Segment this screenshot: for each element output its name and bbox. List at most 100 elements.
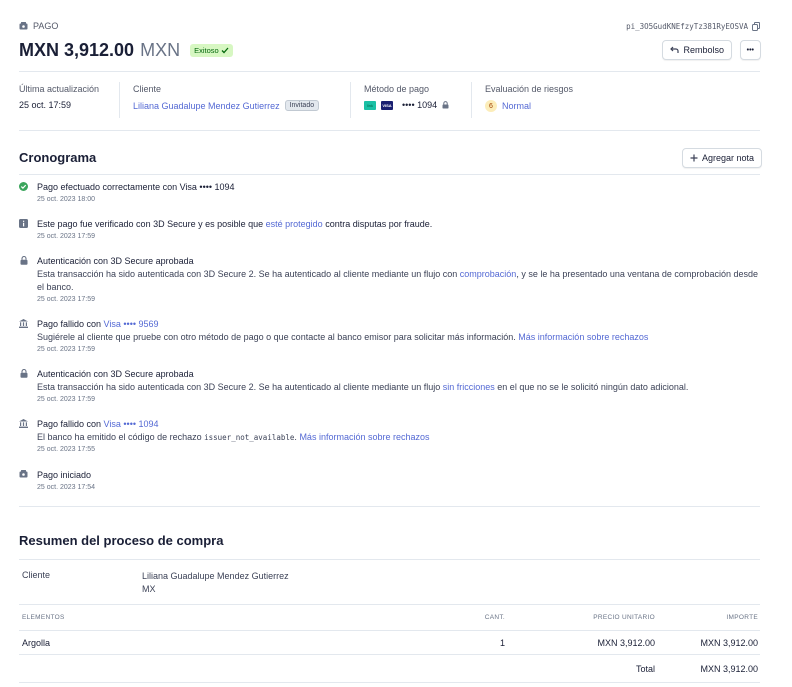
col-header-unit-price: PRECIO UNITARIO <box>593 614 655 621</box>
meta-divider-bottom <box>19 130 760 131</box>
summary-customer-label: Cliente <box>22 570 51 580</box>
text: Esta transacción ha sido autenticada con… <box>37 269 460 279</box>
meta-label: Evaluación de riesgos <box>485 84 574 94</box>
timeline-item-title: Este pago fue verificado con 3D Secure y… <box>37 218 760 231</box>
risk-level-link[interactable]: Normal <box>502 101 531 111</box>
timeline-item-time: 25 oct. 2023 18:00 <box>37 196 95 203</box>
bank-icon <box>19 419 28 428</box>
more-options-button[interactable]: ••• <box>739 40 761 60</box>
meta-payment-method: Método de pago link VISA •••• 1094 <box>364 84 449 110</box>
check-icon <box>221 47 229 54</box>
declines-info-link[interactable]: Más información sobre rechazos <box>518 332 648 342</box>
text: Sugiérele al cliente que pruebe con otro… <box>37 332 519 342</box>
timeline-item-time: 25 oct. 2023 17:59 <box>37 396 95 403</box>
timeline-title: Cronograma <box>19 150 97 165</box>
payment-currency: MXN <box>140 40 181 60</box>
lock-icon <box>442 101 449 109</box>
refund-button[interactable]: Rembolso <box>662 40 732 60</box>
timeline-item-title: Pago fallido con Visa •••• 1094 <box>37 418 760 431</box>
summary-divider <box>19 559 760 560</box>
frictionless-link[interactable]: sin fricciones <box>443 382 495 392</box>
meta-label: Método de pago <box>364 84 430 94</box>
meta-label: Última actualización <box>19 84 100 94</box>
summary-table-top <box>19 604 760 605</box>
copy-icon[interactable] <box>752 22 760 31</box>
timeline-item-time: 25 oct. 2023 17:59 <box>37 346 95 353</box>
payment-id-text[interactable]: pi_3O5GudKNEfzyTz381RyEOSVA <box>626 22 748 31</box>
timeline-divider-bottom <box>19 506 760 507</box>
add-note-button[interactable]: Agregar nota <box>681 148 762 168</box>
plus-icon <box>690 154 698 162</box>
visa-card-icon: VISA <box>381 100 393 110</box>
timeline-item: Autenticación con 3D Secure aprobada Est… <box>19 255 760 303</box>
timeline-item: Autenticación con 3D Secure aprobada Est… <box>19 368 760 403</box>
verification-link[interactable]: comprobación <box>460 269 517 279</box>
link-card-icon: link <box>364 100 376 110</box>
refund-button-label[interactable]: Rembolso <box>683 45 724 55</box>
row-item: Argolla <box>22 638 51 648</box>
declines-info-link[interactable]: Más información sobre rechazos <box>299 432 429 442</box>
text: contra disputas por fraude. <box>322 219 433 229</box>
meta-customer: Cliente Liliana Guadalupe Mendez Gutierr… <box>133 84 320 111</box>
status-badge: Exitoso <box>190 44 233 57</box>
timeline-item-title: Autenticación con 3D Secure aprobada <box>37 369 194 379</box>
meta-value: Liliana Guadalupe Mendez Gutierrez Invit… <box>133 100 320 111</box>
timeline-item: Pago efectuado correctamente con Visa ••… <box>19 181 760 203</box>
timeline-item-desc: El banco ha emitido el código de rechazo… <box>37 431 760 444</box>
section-label-text: PAGO <box>33 21 59 31</box>
summary-customer-name: Liliana Guadalupe Mendez Gutierrez <box>142 571 289 581</box>
check-circle-icon <box>19 182 28 191</box>
timeline-item-desc: Esta transacción ha sido autenticada con… <box>37 268 760 294</box>
payment-id[interactable]: pi_3O5GudKNEfzyTz381RyEOSVA <box>626 22 760 31</box>
row-unit-price: MXN 3,912.00 <box>597 638 655 648</box>
more-icon[interactable]: ••• <box>747 47 754 54</box>
info-icon <box>19 219 28 228</box>
timeline-item: Pago fallido con Visa •••• 9569 Sugiérel… <box>19 318 760 353</box>
timeline-item-title: Pago efectuado correctamente con Visa ••… <box>37 182 235 192</box>
total-value: MXN 3,912.00 <box>700 664 758 674</box>
amount-row: MXN 3,912.00 MXN Exitoso <box>19 40 233 61</box>
header-divider <box>19 71 760 72</box>
text: Este pago fue verificado con 3D Secure y… <box>37 219 266 229</box>
timeline-item-desc: Esta transacción ha sido autenticada con… <box>37 381 760 394</box>
table-bottom-divider <box>19 682 760 683</box>
timeline-item-time: 25 oct. 2023 17:54 <box>37 484 95 491</box>
text: Esta transacción ha sido autenticada con… <box>37 382 443 392</box>
refund-arrow-icon <box>670 46 680 53</box>
guest-tag: Invitado <box>284 100 320 111</box>
lock-icon <box>20 369 27 378</box>
text: en el que no se le solicitó ningún dato … <box>494 382 689 392</box>
protected-link[interactable]: esté protegido <box>266 219 323 229</box>
status-badge-label: Exitoso <box>194 46 219 55</box>
section-label: PAGO <box>19 21 58 31</box>
table-row-divider <box>19 654 760 655</box>
timeline-item: Pago iniciado 25 oct. 2023 17:54 <box>19 469 760 491</box>
decline-code: issuer_not_available <box>204 433 295 442</box>
col-header-items: ELEMENTOS <box>22 614 65 621</box>
meta-value: link VISA •••• 1094 <box>364 100 449 110</box>
timeline-item-time: 25 oct. 2023 17:59 <box>37 296 95 303</box>
meta-risk: Evaluación de riesgos 6 Normal <box>485 84 573 112</box>
add-note-label[interactable]: Agregar nota <box>702 153 754 163</box>
payment-icon <box>19 470 28 478</box>
meta-last-update: Última actualización 25 oct. 17:59 <box>19 84 99 110</box>
lock-icon <box>20 256 27 265</box>
text: Pago fallido con <box>37 419 104 429</box>
summary-customer-country: MX <box>142 584 156 594</box>
timeline-item-time: 25 oct. 2023 17:55 <box>37 446 95 453</box>
row-amount: MXN 3,912.00 <box>700 638 758 648</box>
col-header-amount: IMPORTE <box>726 614 758 621</box>
summary-title: Resumen del proceso de compra <box>19 533 224 548</box>
card-last4: •••• 1094 <box>402 100 438 110</box>
table-header-divider <box>19 630 760 631</box>
payment-amount: MXN 3,912.00 <box>19 40 135 60</box>
row-qty: 1 <box>499 638 505 648</box>
meta-divider <box>471 82 472 118</box>
meta-divider <box>119 82 120 118</box>
card-link[interactable]: Visa •••• 1094 <box>104 419 159 429</box>
meta-value: 25 oct. 17:59 <box>19 100 72 110</box>
card-link[interactable]: Visa •••• 9569 <box>104 319 159 329</box>
text: Pago fallido con <box>37 319 104 329</box>
customer-link[interactable]: Liliana Guadalupe Mendez Gutierrez <box>133 101 280 111</box>
timeline-item: Este pago fue verificado con 3D Secure y… <box>19 218 760 240</box>
